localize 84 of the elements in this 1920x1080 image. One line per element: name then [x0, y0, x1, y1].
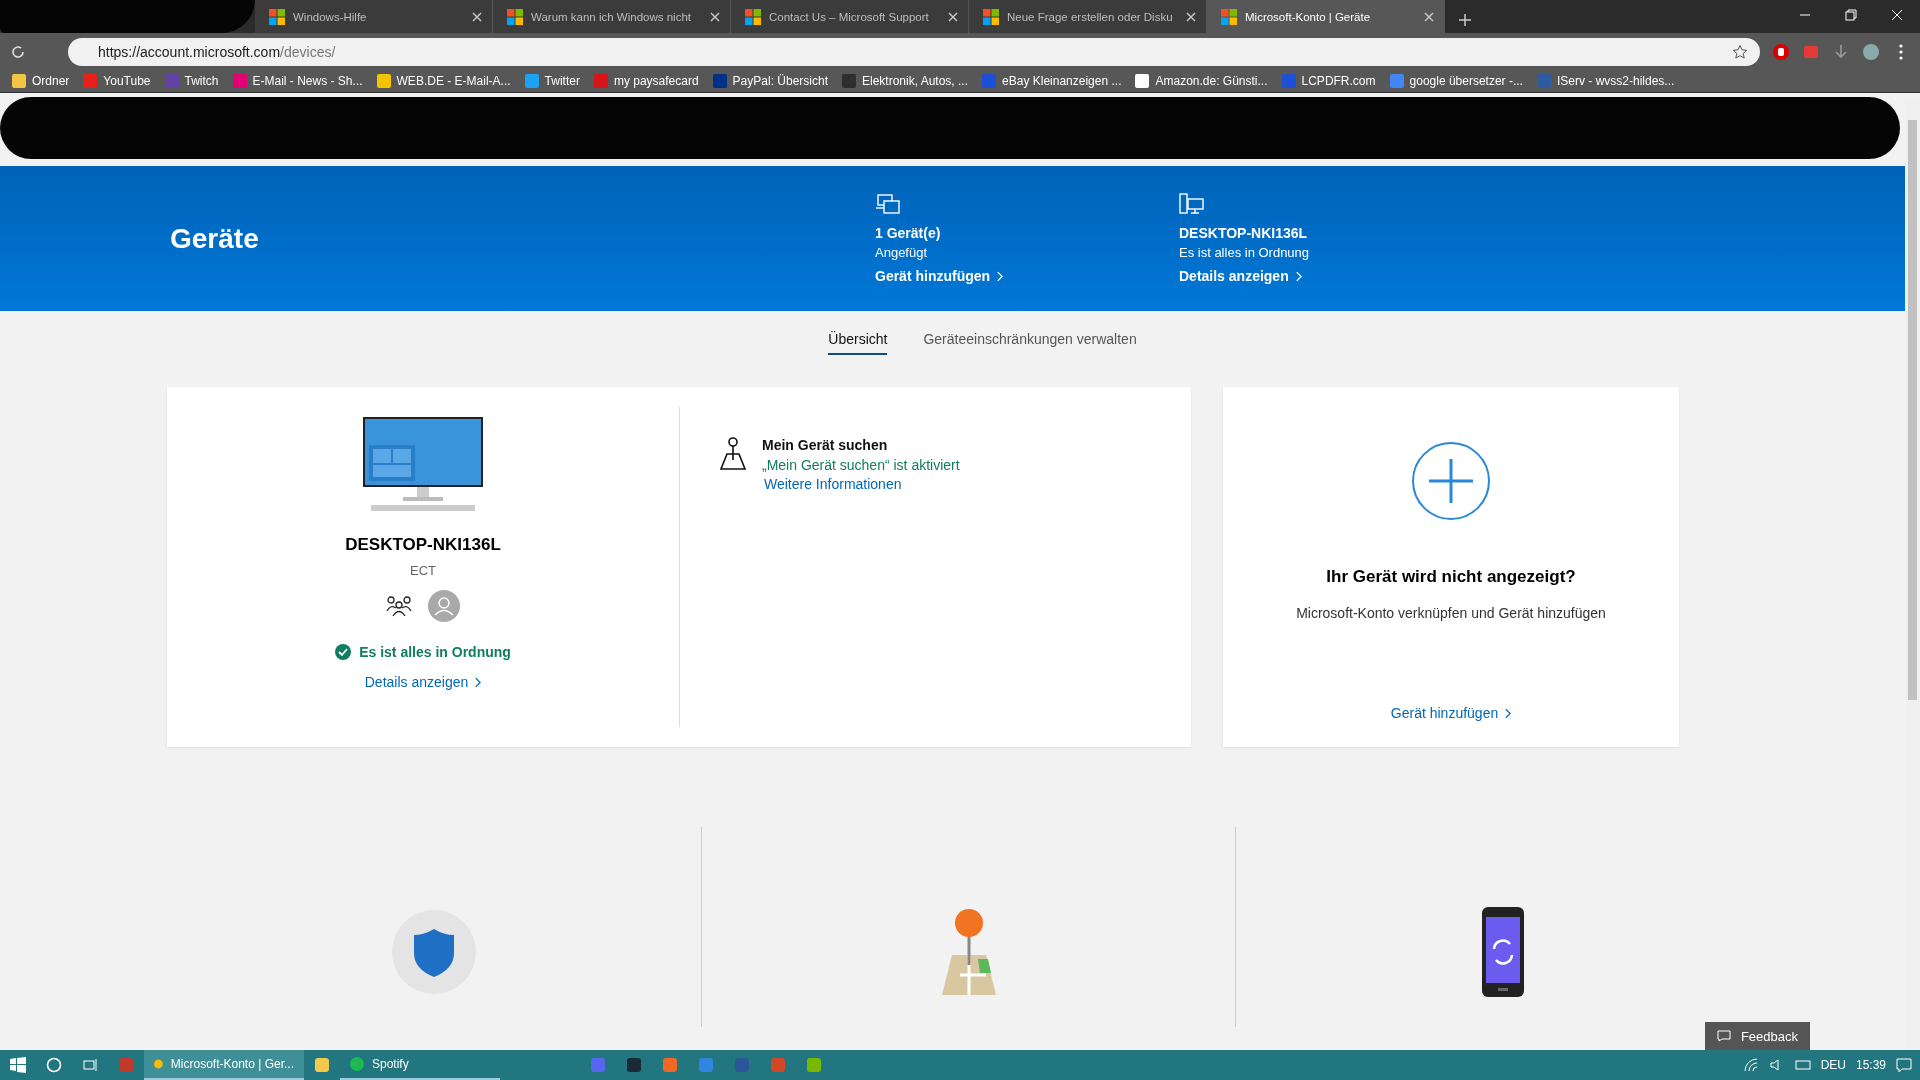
page-tab[interactable]: Geräteeinschränkungen verwalten [923, 331, 1137, 355]
chevron-icon [474, 676, 482, 688]
app-icon[interactable] [806, 1057, 822, 1073]
microsoft-logo-icon [269, 8, 285, 25]
device-type: ECT [410, 563, 436, 578]
chevron-icon [1294, 270, 1302, 282]
bookmark[interactable]: Twitter [524, 74, 580, 88]
browser-tab[interactable]: Warum kann ich Windows nicht [493, 0, 731, 33]
add-card-title: Ihr Gerät wird nicht angezeigt? [1326, 567, 1576, 587]
browser-tab[interactable]: Neue Frage erstellen oder Disku [969, 0, 1207, 33]
language-indicator[interactable]: DEU [1820, 1058, 1846, 1072]
find-device-status: „Mein Gerät suchen“ ist aktiviert [762, 457, 960, 473]
chevron-icon [1504, 707, 1512, 719]
plus-icon[interactable] [1411, 441, 1491, 521]
taskbar-app[interactable]: Microsoft-Konto | Ger... [144, 1050, 304, 1080]
shield-icon [389, 907, 479, 997]
network-icon[interactable] [1742, 1057, 1759, 1073]
bookmark[interactable]: Elektronik, Autos, ... [842, 74, 969, 88]
keyboard-icon[interactable] [1794, 1057, 1811, 1073]
browser-tab[interactable]: Windows-Hilfe [255, 0, 493, 33]
reload-icon[interactable] [10, 43, 26, 60]
scrollbar-thumb[interactable] [1908, 120, 1917, 700]
windows-start-icon[interactable] [10, 1057, 26, 1073]
microsoft-logo-icon [745, 8, 761, 25]
app-icon [350, 1057, 364, 1071]
address-bar[interactable]: https://account.microsoft.com/devices/ [68, 37, 1760, 66]
device-status: Es ist alles in Ordnung [359, 644, 511, 660]
microsoft-logo-icon [507, 8, 523, 25]
star-icon[interactable] [1732, 43, 1748, 60]
bookmark[interactable]: Amazon.de: Günsti... [1135, 74, 1268, 88]
microsoft-logo-icon [1221, 8, 1237, 25]
new-tab-icon[interactable] [1457, 12, 1473, 28]
app-icon [154, 1057, 163, 1071]
chevron-icon [996, 270, 1004, 282]
family-icon [386, 595, 412, 617]
more-info-link[interactable]: Weitere Informationen [764, 476, 960, 492]
summary-title: 1 Gerät(e) [875, 225, 942, 241]
browser-tab[interactable]: Contact Us – Microsoft Support [731, 0, 969, 33]
bookmark[interactable]: eBay Kleinanzeigen ... [982, 74, 1122, 88]
close-icon[interactable] [1424, 11, 1434, 22]
bookmark[interactable]: LCPDFR.com [1281, 74, 1376, 88]
close-icon[interactable] [710, 11, 720, 22]
profile-icon[interactable] [1862, 42, 1880, 61]
summary-link[interactable]: Gerät hinzufügen [875, 268, 1179, 284]
location-pin-icon [718, 437, 748, 471]
bookmark[interactable]: E-Mail - News - Sh... [232, 74, 363, 88]
bookmark[interactable]: Twitch [164, 74, 219, 88]
details-link[interactable]: Details anzeigen [364, 674, 482, 690]
bookmark[interactable]: IServ - wvss2-hildes... [1536, 74, 1675, 88]
find-device-title: Mein Gerät suchen [762, 437, 889, 453]
bookmark[interactable]: YouTube [83, 74, 151, 88]
bookmark[interactable]: my paysafecard [593, 74, 699, 88]
user-avatar-icon [428, 590, 460, 622]
add-card-text: Microsoft-Konto verknüpfen und Gerät hinzufügen [1296, 605, 1606, 621]
bookmark[interactable]: google übersetzer -... [1389, 74, 1523, 88]
summary-subtitle: Angefügt [875, 245, 929, 260]
close-icon[interactable] [472, 11, 482, 22]
download-icon[interactable] [1832, 42, 1850, 61]
devices-icon [875, 193, 901, 215]
page-title: Geräte [170, 222, 260, 255]
folder-icon[interactable] [314, 1057, 330, 1073]
page-tab[interactable]: Übersicht [828, 331, 888, 355]
check-icon [335, 644, 352, 660]
bookmark[interactable]: WEB.DE - E-Mail-A... [376, 74, 511, 88]
close-icon[interactable] [948, 11, 958, 22]
add-device-link[interactable]: Gerät hinzufügen [1390, 705, 1512, 721]
microsoft-logo-icon [983, 8, 999, 25]
summary-subtitle: Es ist alles in Ordnung [1179, 245, 1311, 260]
desktop-icon [1179, 193, 1205, 215]
browser-tab[interactable]: Microsoft-Konto | Geräte [1207, 0, 1445, 33]
task-view-icon[interactable] [82, 1057, 98, 1073]
feedback-button[interactable]: Feedback [1704, 1022, 1810, 1050]
summary-title: DESKTOP-NKI136L [1179, 225, 1309, 241]
bookmark[interactable]: Ordner [12, 74, 70, 88]
close-icon[interactable] [1186, 11, 1196, 22]
bookmark[interactable]: PayPal: Übersicht [712, 74, 828, 88]
device-name: DESKTOP-NKI136L [345, 535, 501, 555]
taskbar-app[interactable]: Spotify [340, 1050, 500, 1080]
search-icon[interactable] [46, 1057, 62, 1073]
app-icon[interactable] [626, 1057, 642, 1073]
summary-link[interactable]: Details anzeigen [1179, 268, 1483, 284]
notification-icon[interactable] [1896, 1057, 1912, 1073]
chat-icon [1716, 1030, 1731, 1042]
clock[interactable]: 15:39 [1855, 1058, 1886, 1072]
